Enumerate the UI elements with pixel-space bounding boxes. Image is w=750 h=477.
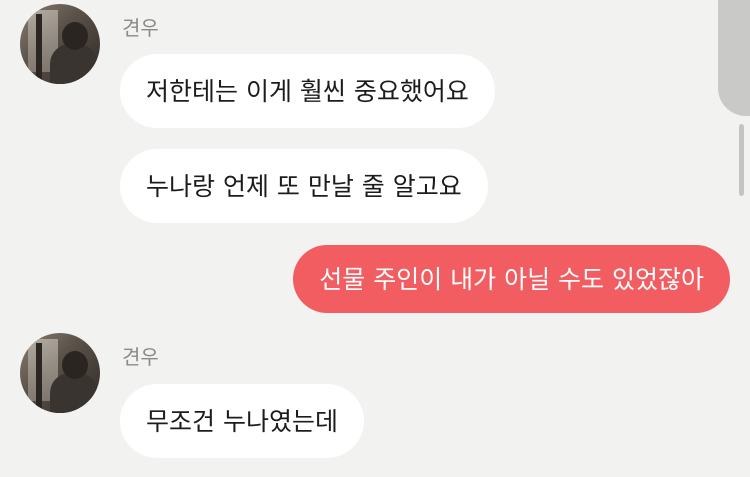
message-bubble-outgoing[interactable]: 선물 주인이 내가 아닐 수도 있었잖아 <box>293 245 730 313</box>
chat-view[interactable]: 견우 저한테는 이게 훨씬 중요했어요 누나랑 언제 또 만날 줄 알고요 선물… <box>0 0 750 477</box>
message-bubble-incoming[interactable]: 무조건 누나였는데 <box>120 384 364 458</box>
message-bubble-incoming[interactable]: 누나랑 언제 또 만날 줄 알고요 <box>120 149 488 223</box>
sender-name: 견우 <box>122 16 159 40</box>
message-bubble-incoming[interactable]: 저한테는 이게 훨씬 중요했어요 <box>120 54 495 128</box>
scrollbar[interactable] <box>739 124 744 196</box>
avatar[interactable] <box>20 333 100 413</box>
avatar[interactable] <box>20 4 100 84</box>
scroll-handle[interactable] <box>718 0 750 116</box>
sender-name: 견우 <box>122 345 159 369</box>
